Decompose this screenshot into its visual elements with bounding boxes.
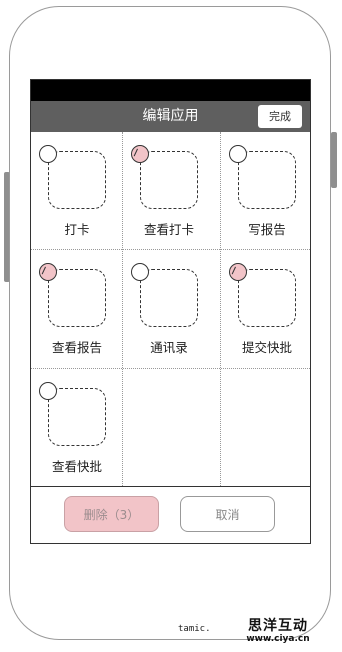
app-icon — [140, 151, 198, 209]
status-bar — [31, 80, 310, 101]
app-label: 查看快批 — [51, 459, 102, 474]
app-label: 查看报告 — [51, 340, 102, 355]
cancel-button[interactable]: 取消 — [180, 496, 275, 532]
watermark-text: tamic. — [178, 624, 211, 634]
app-item-view-approval[interactable]: 查看快批 — [31, 369, 123, 487]
app-icon — [48, 269, 106, 327]
app-item-view-report[interactable]: 查看报告 — [31, 250, 123, 368]
app-grid: 打卡 查看打卡 写报告 查看报告 通讯录 提交快批 查看快批 — [31, 132, 310, 488]
app-label: 打卡 — [64, 222, 90, 237]
select-circle[interactable] — [39, 145, 57, 163]
delete-button[interactable]: 删除（3） — [64, 496, 159, 532]
selected-check-icon[interactable] — [131, 145, 149, 163]
app-icon — [140, 269, 198, 327]
app-label: 查看打卡 — [143, 222, 194, 237]
app-label: 提交快批 — [241, 340, 292, 355]
brand-name: 思洋互动 — [248, 618, 308, 634]
power-button — [331, 132, 337, 188]
app-icon — [48, 151, 106, 209]
select-circle[interactable] — [131, 263, 149, 281]
selected-check-icon[interactable] — [229, 263, 247, 281]
done-button[interactable]: 完成 — [258, 105, 302, 128]
app-item-write-report[interactable]: 写报告 — [221, 132, 310, 250]
select-circle[interactable] — [39, 382, 57, 400]
app-icon — [238, 151, 296, 209]
app-icon — [238, 269, 296, 327]
app-item-view-clock-in[interactable]: 查看打卡 — [123, 132, 215, 250]
app-item-contacts[interactable]: 通讯录 — [123, 250, 215, 368]
app-item-clock-in[interactable]: 打卡 — [31, 132, 123, 250]
app-item-submit-approval[interactable]: 提交快批 — [221, 250, 310, 368]
app-label: 写报告 — [248, 222, 286, 237]
brand-logo: 思洋互动 www.ciya.cn — [238, 615, 318, 644]
selected-check-icon[interactable] — [39, 263, 57, 281]
header-bar: 编辑应用 完成 — [31, 101, 310, 132]
app-label: 通讯录 — [150, 340, 188, 355]
app-icon — [48, 388, 106, 446]
brand-url: www.ciya.cn — [246, 634, 310, 644]
select-circle[interactable] — [229, 145, 247, 163]
app-screen: 编辑应用 完成 打卡 查看打卡 写报告 查看报告 通讯录 提交快批 查看快批 删… — [30, 79, 311, 544]
action-footer: 删除（3） 取消 — [31, 486, 310, 543]
